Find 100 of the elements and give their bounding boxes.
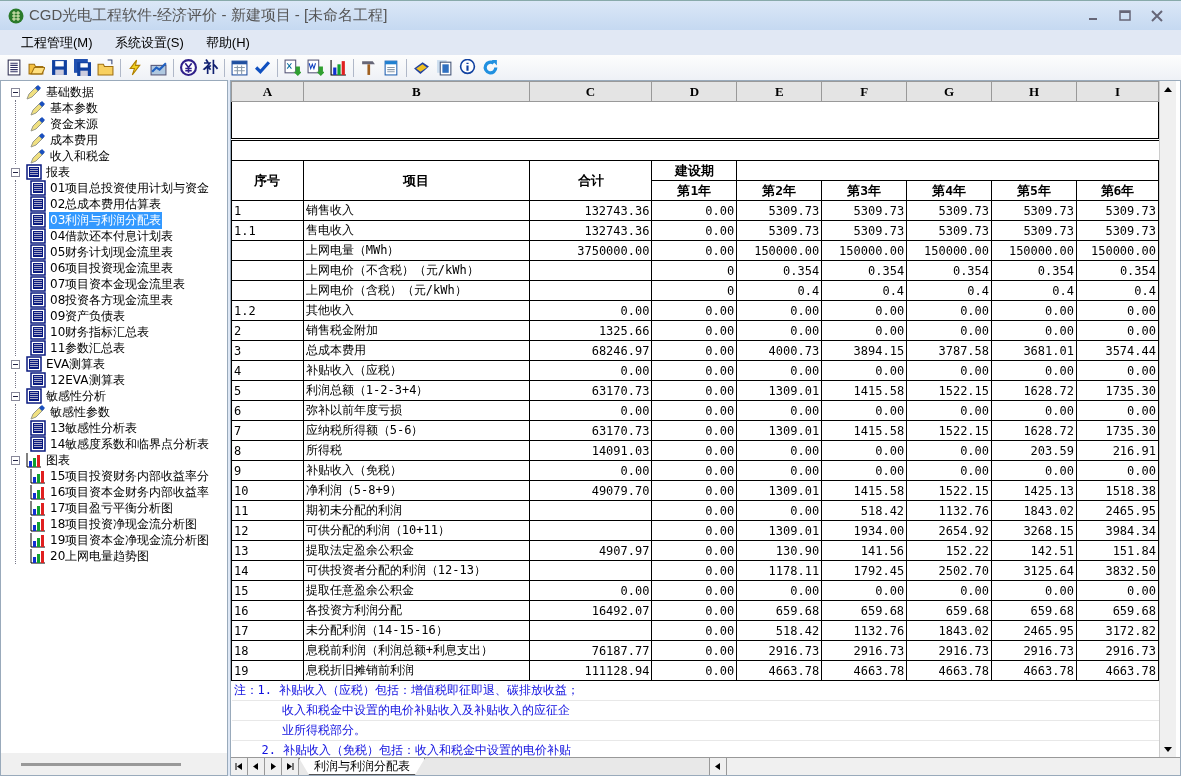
spreadsheet-export-icon[interactable] <box>284 59 301 76</box>
hammer-icon[interactable] <box>360 59 377 76</box>
scroll-up-icon[interactable] <box>1164 86 1172 92</box>
column-header[interactable]: B <box>303 81 530 102</box>
table-cell: 4 <box>231 360 304 381</box>
column-header[interactable]: A <box>231 81 304 102</box>
collapse-toggle[interactable] <box>11 391 20 401</box>
table-cell: 0.00 <box>991 360 1077 381</box>
table-cell: 5309.73 <box>736 200 822 221</box>
table-cell: 其他收入 <box>303 300 530 321</box>
tree-item[interactable]: 17项目盈亏平衡分析图 <box>49 499 175 517</box>
toolbar-button[interactable]: 补 <box>203 59 218 76</box>
column-header[interactable]: I <box>1076 81 1159 102</box>
scroll-down-icon[interactable] <box>1164 746 1172 752</box>
scrollbar-thumb[interactable] <box>21 762 181 766</box>
table-cell: 补贴收入（应税） <box>303 360 530 381</box>
tree-item[interactable]: 14敏感度系数和临界点分析表 <box>49 435 211 453</box>
table-icon <box>30 212 46 228</box>
yen-icon[interactable] <box>180 59 197 76</box>
bar-chart-icon[interactable] <box>330 59 347 76</box>
pencil-icon <box>30 404 46 420</box>
tree-item[interactable]: 04借款还本付息计划表 <box>49 227 175 245</box>
table-cell: 0.00 <box>1076 300 1159 321</box>
tree-item[interactable]: EVA测算表 <box>45 355 107 373</box>
table-cell: 19 <box>231 660 304 681</box>
tree-item[interactable]: 11参数汇总表 <box>49 339 127 357</box>
collapse-toggle[interactable] <box>11 359 20 369</box>
column-header[interactable]: E <box>736 81 822 102</box>
first-sheet-icon[interactable] <box>235 763 243 770</box>
save-icon[interactable] <box>51 59 68 76</box>
table-cell: 0.00 <box>651 520 737 541</box>
tree-item[interactable]: 基础数据 <box>45 83 95 101</box>
document-export-icon[interactable] <box>307 59 324 76</box>
tree-item[interactable]: 19项目资本金净现金流分析图 <box>49 531 211 549</box>
refresh-icon[interactable] <box>482 59 499 76</box>
scroll-left-icon[interactable] <box>715 763 721 770</box>
tree-item[interactable]: 成本费用 <box>49 131 99 149</box>
last-sheet-icon[interactable] <box>286 763 294 770</box>
tree-item[interactable]: 02总成本费用估算表 <box>49 195 163 213</box>
tree-item[interactable]: 05财务计划现金流里表 <box>49 243 175 261</box>
tree-item[interactable]: 资金来源 <box>49 115 99 133</box>
folder-icon[interactable] <box>97 59 114 76</box>
tree-item[interactable]: 12EVA测算表 <box>49 371 126 389</box>
table-cell: 2465.95 <box>991 620 1077 641</box>
column-header[interactable]: H <box>991 81 1077 102</box>
table-cell: 111128.94 <box>529 660 652 681</box>
notepad-icon[interactable] <box>383 59 400 76</box>
table-cell: 1934.00 <box>821 520 907 541</box>
menu-item[interactable]: 系统设置(S) <box>113 31 185 54</box>
table-cell: 659.68 <box>1076 600 1159 621</box>
table-cell: 150000.00 <box>906 240 992 261</box>
table-cell: 0.00 <box>651 220 737 241</box>
tree-item[interactable]: 09资产负债表 <box>49 307 127 325</box>
tree-item[interactable]: 敏感性参数 <box>49 403 111 421</box>
table-cell: 3681.01 <box>991 340 1077 361</box>
tree-item[interactable]: 报表 <box>45 163 71 181</box>
document-icon[interactable] <box>5 59 22 76</box>
tree-item[interactable]: 收入和税金 <box>49 147 111 165</box>
table-cell: 1843.02 <box>991 500 1077 521</box>
column-header[interactable]: G <box>906 81 992 102</box>
tree-item[interactable]: 08投资各方现金流里表 <box>49 291 175 309</box>
table-cell: 132743.36 <box>529 200 652 221</box>
info-icon[interactable] <box>459 59 476 76</box>
close-icon[interactable] <box>1151 9 1163 22</box>
tree-item[interactable]: 01项目总投资使用计划与资金 <box>49 179 211 197</box>
tree-item[interactable]: 13敏感性分析表 <box>49 419 139 437</box>
collapse-toggle[interactable] <box>11 167 20 177</box>
table-cell: 0.00 <box>651 300 737 321</box>
menu-item[interactable]: 工程管理(M) <box>20 31 94 54</box>
table-cell: 12 <box>231 520 304 541</box>
column-header[interactable]: F <box>821 81 907 102</box>
tree-item[interactable]: 敏感性分析 <box>45 387 107 405</box>
calendar-icon[interactable] <box>231 59 248 76</box>
tree-item[interactable]: 基本参数 <box>49 99 99 117</box>
table-cell: 1309.01 <box>736 420 822 441</box>
column-header[interactable]: D <box>651 81 737 102</box>
previous-sheet-icon[interactable] <box>253 763 259 770</box>
tree-item[interactable]: 07项目资本金现金流里表 <box>49 275 187 293</box>
tree-item[interactable]: 20上网电量趋势图 <box>49 547 151 565</box>
help-document-icon[interactable] <box>436 59 453 76</box>
tree-item[interactable]: 06项目投资现金流里表 <box>49 259 175 277</box>
checkmark-icon[interactable] <box>254 59 271 76</box>
tree-item[interactable]: 10财务指标汇总表 <box>49 323 151 341</box>
next-sheet-icon[interactable] <box>270 763 276 770</box>
tree-item[interactable]: 18项目投资净现金流分析图 <box>49 515 199 533</box>
column-header[interactable]: C <box>529 81 652 102</box>
sheet-tab[interactable]: 利润与利润分配表 <box>299 758 425 775</box>
tree-item[interactable]: 图表 <box>45 451 71 469</box>
table-cell: 1415.58 <box>821 480 907 501</box>
table-cell: 150000.00 <box>991 240 1077 261</box>
menu-item[interactable]: 帮助(H) <box>204 31 251 54</box>
collapse-toggle[interactable] <box>11 87 20 97</box>
tree-item[interactable]: 15项目投资财务内部收益率分 <box>49 467 211 485</box>
tree-item[interactable]: 16项目资本金财务内部收益率 <box>49 483 211 501</box>
table-cell: 0.4 <box>991 280 1077 301</box>
save-all-icon[interactable] <box>74 59 91 76</box>
table-cell: 息税折旧摊销前利润 <box>303 660 530 681</box>
collapse-toggle[interactable] <box>11 455 20 465</box>
table-cell: 0.00 <box>991 460 1077 481</box>
maximize-icon[interactable] <box>1119 9 1131 22</box>
